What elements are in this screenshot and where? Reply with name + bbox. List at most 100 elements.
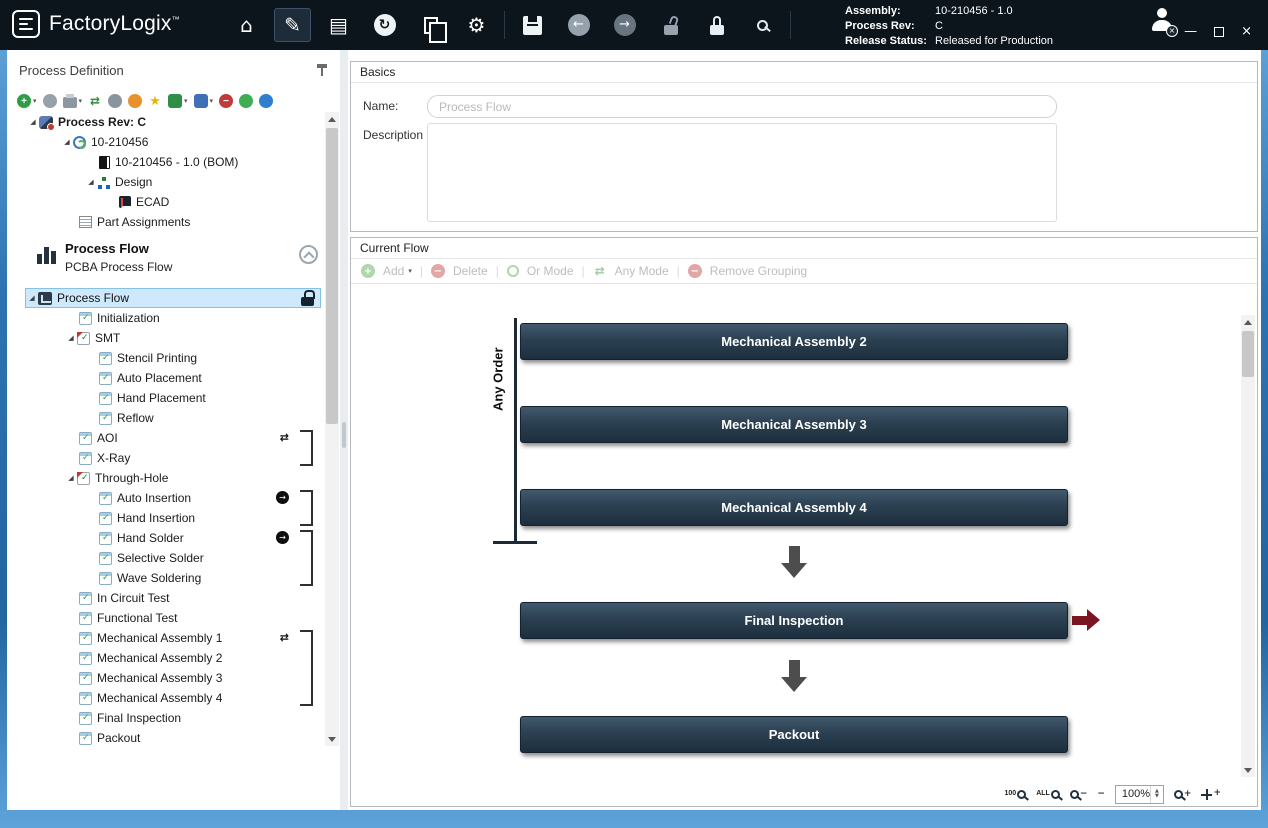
export-caret-icon[interactable]: ▾: [184, 97, 188, 105]
chemical-icon[interactable]: [128, 94, 142, 108]
any-mode-button[interactable]: Any Mode: [615, 264, 669, 278]
tree-item-functional-test[interactable]: Functional Test: [7, 608, 323, 628]
add-caret-icon[interactable]: ▾: [408, 267, 412, 275]
pin-icon[interactable]: [317, 64, 327, 76]
or-mode-button[interactable]: Or Mode: [527, 264, 574, 278]
expander-icon[interactable]: ◢: [85, 178, 97, 186]
zoom-out-small-button[interactable]: −: [1097, 790, 1105, 799]
tree-item-design[interactable]: ◢ Design: [7, 172, 323, 192]
tree-item-auto-placement[interactable]: Auto Placement: [7, 368, 323, 388]
scroll-up-icon[interactable]: [1241, 315, 1255, 329]
flow-node-mechanical-assembly-2[interactable]: Mechanical Assembly 2: [520, 323, 1068, 360]
minimize-button[interactable]: —: [1184, 24, 1197, 39]
scroll-down-icon[interactable]: [325, 732, 339, 746]
add-button[interactable]: Add: [383, 264, 404, 278]
tree-item-final-inspection[interactable]: Final Inspection: [7, 708, 323, 728]
lock-button[interactable]: [698, 8, 735, 42]
save-button[interactable]: [514, 8, 551, 42]
document-stack-icon: ▤: [329, 15, 348, 35]
sync-icon[interactable]: ⇄: [88, 94, 102, 108]
zoom-in-button[interactable]: +: [1174, 790, 1192, 799]
scrollbar-thumb[interactable]: [326, 128, 338, 424]
zoom-out-button[interactable]: −: [1070, 790, 1088, 799]
zoom-all-button[interactable]: ALL: [1036, 790, 1060, 799]
flow-node-final-inspection[interactable]: Final Inspection: [520, 602, 1068, 639]
link-icon[interactable]: [43, 94, 57, 108]
back-button[interactable]: ←: [560, 8, 597, 42]
remove-grouping-button[interactable]: Remove Grouping: [710, 264, 807, 278]
tree-item-smt[interactable]: ◢SMT: [7, 328, 323, 348]
tree-item-mechanical-assembly-4[interactable]: Mechanical Assembly 4: [7, 688, 323, 708]
tree-item-mechanical-assembly-1[interactable]: Mechanical Assembly 1: [7, 628, 323, 648]
tree-item-mechanical-assembly-3[interactable]: Mechanical Assembly 3: [7, 668, 323, 688]
fit-selection-button[interactable]: +: [1201, 789, 1221, 800]
add-operation-icon[interactable]: +: [17, 94, 31, 108]
tree-item-initialization[interactable]: Initialization: [7, 308, 323, 328]
zoom-100-button[interactable]: 100: [1005, 790, 1027, 799]
add-caret-icon[interactable]: ▾: [33, 97, 37, 105]
export-icon[interactable]: [168, 94, 182, 108]
canvas-scrollbar[interactable]: [1241, 315, 1255, 777]
tree-item-aoi[interactable]: AOI: [7, 428, 323, 448]
tree-item-wave-soldering[interactable]: Wave Soldering: [7, 568, 323, 588]
info-icon[interactable]: [259, 94, 273, 108]
user-account-button[interactable]: ×: [1148, 8, 1175, 34]
zoom-level-spinner[interactable]: 100% ▲ ▼: [1115, 785, 1164, 804]
sync-button[interactable]: ↻: [366, 8, 403, 42]
description-input[interactable]: [427, 123, 1057, 222]
tree-item-stencil-printing[interactable]: Stencil Printing: [7, 348, 323, 368]
tree-item-hand-insertion[interactable]: Hand Insertion: [7, 508, 323, 528]
flow-node-packout[interactable]: Packout: [520, 716, 1068, 753]
expander-icon[interactable]: ◢: [27, 118, 39, 126]
delete-button[interactable]: Delete: [453, 264, 488, 278]
print-icon[interactable]: [63, 97, 77, 108]
panel-splitter[interactable]: [340, 50, 348, 810]
print-caret-icon[interactable]: ▾: [79, 97, 83, 105]
name-input[interactable]: [427, 95, 1057, 118]
expander-icon[interactable]: ◢: [26, 294, 38, 302]
tree-item-bom[interactable]: 10-210456 - 1.0 (BOM): [7, 152, 323, 172]
tree-item-selective-solder[interactable]: Selective Solder: [7, 548, 323, 568]
favorites-icon[interactable]: ★: [148, 94, 162, 108]
expander-icon[interactable]: ◢: [61, 138, 73, 146]
close-button[interactable]: ×: [1241, 24, 1252, 39]
tree-item-hand-placement[interactable]: Hand Placement: [7, 388, 323, 408]
forward-button[interactable]: →: [606, 8, 643, 42]
scrollbar-thumb[interactable]: [1242, 331, 1254, 377]
home-button[interactable]: ⌂: [228, 8, 265, 42]
audit-search-button[interactable]: [744, 8, 781, 42]
flow-node-mechanical-assembly-3[interactable]: Mechanical Assembly 3: [520, 406, 1068, 443]
tree-item-process-flow-root[interactable]: ◢ Process Flow: [25, 288, 321, 308]
import-caret-icon[interactable]: ▾: [210, 97, 214, 105]
scroll-up-icon[interactable]: [325, 112, 339, 126]
documents-button[interactable]: ▤: [320, 8, 357, 42]
tree-scrollbar[interactable]: [325, 112, 339, 746]
tree-item-x-ray[interactable]: X-Ray: [7, 448, 323, 468]
tree-item-in-circuit-test[interactable]: In Circuit Test: [7, 588, 323, 608]
tree-item-through-hole[interactable]: ◢Through-Hole: [7, 468, 323, 488]
tree-item-packout[interactable]: Packout: [7, 728, 323, 748]
settings-button[interactable]: ⚙: [458, 8, 495, 42]
process-definition-button[interactable]: ✎: [274, 8, 311, 42]
maximize-button[interactable]: [1214, 27, 1224, 37]
splitter-grip[interactable]: [342, 422, 346, 448]
tree-item-reflow[interactable]: Reflow: [7, 408, 323, 428]
import-icon[interactable]: [194, 94, 208, 108]
spinner-down-icon[interactable]: ▼: [1155, 794, 1159, 799]
flow-node-mechanical-assembly-4[interactable]: Mechanical Assembly 4: [520, 489, 1068, 526]
expander-icon[interactable]: ◢: [65, 334, 77, 342]
flow-canvas[interactable]: Any Order Mechanical Assembly 2 Mechanic…: [351, 284, 1257, 784]
tree-item-mechanical-assembly-2[interactable]: Mechanical Assembly 2: [7, 648, 323, 668]
tree-item-ecad[interactable]: ECAD: [7, 192, 323, 212]
tree-item-process-rev[interactable]: ◢ Process Rev: C: [7, 112, 323, 132]
tree-item-assembly[interactable]: ◢ 10-210456: [7, 132, 323, 152]
scroll-down-icon[interactable]: [1241, 763, 1255, 777]
remove-icon[interactable]: −: [219, 94, 233, 108]
unlock-button[interactable]: [652, 8, 689, 42]
collapse-section-icon[interactable]: [299, 245, 318, 264]
tree-item-part-assignments[interactable]: Part Assignments: [7, 212, 323, 232]
refresh-green-icon[interactable]: [239, 94, 253, 108]
copy-pages-button[interactable]: [412, 8, 449, 42]
expander-icon[interactable]: ◢: [65, 474, 77, 482]
microscope-icon[interactable]: [108, 94, 122, 108]
